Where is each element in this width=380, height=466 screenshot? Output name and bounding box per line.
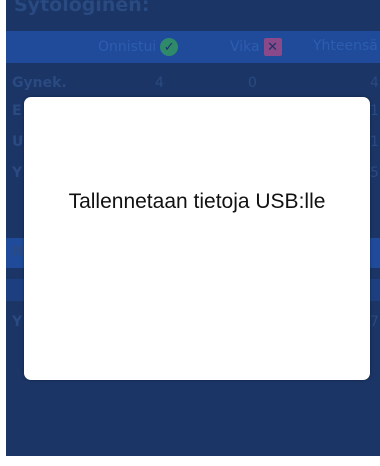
row-fail-count: 0	[248, 75, 257, 91]
partial-row-total: 7	[370, 314, 379, 330]
header-ok-label: Onnistui	[98, 39, 157, 55]
header-fail-label: Vika	[230, 39, 260, 55]
check-circle-icon: ✓	[160, 38, 179, 56]
partial-row-total: 1	[370, 103, 379, 119]
table-header-row: Onnistui ✓ Vika ✕ Yhteensä	[6, 31, 380, 63]
partial-row-label: U	[12, 134, 24, 150]
partial-row-total: 1	[370, 134, 379, 150]
progress-dialog: Tallennetaan tietoja USB:lle	[24, 97, 370, 380]
row-total-count: 4	[370, 75, 379, 91]
x-square-icon: ✕	[263, 38, 282, 56]
header-fail: Vika ✕	[230, 38, 282, 56]
section-title: Sytologinen:	[14, 0, 150, 16]
partial-row-label: Y	[12, 165, 23, 181]
row-label: Gynek.	[12, 75, 67, 91]
table-row: Gynek. 4 0 4	[6, 69, 380, 97]
partial-row-label: E	[12, 103, 22, 119]
row-ok-count: 4	[155, 75, 164, 91]
header-total: Yhteensä	[313, 38, 378, 54]
partial-row-label: Y	[12, 314, 23, 330]
partial-row-total: 5	[370, 165, 379, 181]
dialog-message: Tallennetaan tietoja USB:lle	[68, 190, 326, 213]
header-ok: Onnistui ✓	[98, 38, 179, 56]
header-total-label: Yhteensä	[313, 38, 378, 54]
partial-row-label: N	[12, 244, 24, 260]
